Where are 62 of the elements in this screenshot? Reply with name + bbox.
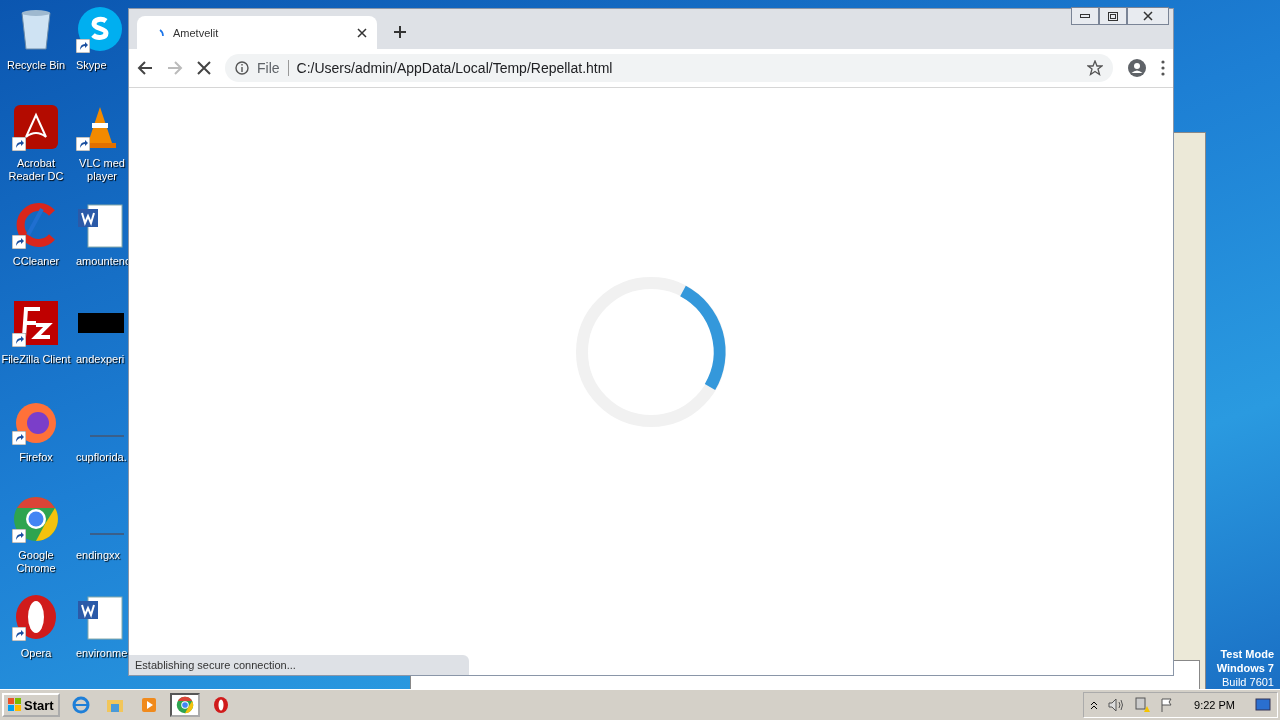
shortcut-arrow-icon — [76, 137, 90, 151]
desktop-icon-label[interactable]: FileZilla Client — [1, 353, 71, 366]
windows-logo-icon — [8, 698, 22, 712]
desktop-icon-label[interactable]: amountenc — [76, 255, 131, 268]
tab-title: Ametvelit — [173, 26, 220, 39]
desktop-icon-label[interactable]: cupflorida. — [76, 451, 127, 464]
desktop-icon-label[interactable]: CCleaner — [12, 255, 60, 268]
test-mode-text: Build 7601 — [1222, 675, 1274, 689]
menu-icon[interactable] — [1161, 60, 1165, 76]
browser-tab[interactable]: Ametvelit — [137, 16, 377, 49]
opera-icon — [211, 696, 230, 714]
minimize-button[interactable] — [1071, 7, 1099, 25]
minimize-icon — [1080, 14, 1090, 18]
new-tab-icon[interactable] — [393, 25, 407, 39]
shortcut-arrow-icon — [12, 431, 26, 445]
desktop-icon-label[interactable]: Acrobat Reader DC — [1, 157, 71, 183]
document-icon — [76, 593, 124, 641]
scheme-label: File — [257, 60, 289, 76]
desktop-icon-label[interactable]: environme — [76, 647, 128, 660]
account-icon[interactable] — [1127, 58, 1147, 78]
close-icon[interactable] — [357, 27, 367, 38]
filezilla-icon — [12, 299, 60, 347]
status-bubble: Establishing secure connection... — [129, 655, 469, 675]
chrome-icon — [175, 696, 194, 714]
chrome-icon — [12, 495, 60, 543]
close-button[interactable] — [1127, 7, 1169, 25]
desktop-icon-label[interactable]: Google Chrome — [1, 549, 71, 575]
speaker-icon[interactable] — [1108, 698, 1125, 712]
desktop-icon-label[interactable]: VLC med player — [76, 157, 128, 183]
desktop-icon-label[interactable]: Recycle Bin — [6, 59, 66, 72]
shortcut-arrow-icon — [12, 137, 26, 151]
media-player-icon — [139, 696, 158, 714]
start-button[interactable]: Start — [2, 693, 60, 717]
shortcut-arrow-icon — [76, 39, 90, 53]
shortcut-arrow-icon — [12, 333, 26, 347]
address-bar[interactable]: File C:/Users/admin/AppData/Local/Temp/Repellat.html — [225, 54, 1113, 82]
desktop-icon-label[interactable]: andexperi — [76, 353, 125, 366]
shortcut-arrow-icon — [12, 235, 26, 249]
skype-icon — [76, 5, 124, 53]
restore-icon — [1108, 11, 1118, 21]
info-icon[interactable] — [235, 61, 249, 75]
maximize-button[interactable] — [1099, 7, 1127, 25]
stop-icon[interactable] — [197, 61, 211, 75]
acrobat-icon — [12, 103, 60, 151]
clock[interactable]: 9:22 PM — [1194, 699, 1235, 711]
test-mode-text: Test Mode — [1220, 647, 1274, 661]
star-icon[interactable] — [1087, 60, 1103, 76]
desktop-icon-label[interactable]: Skype — [76, 59, 107, 72]
shortcut-arrow-icon — [12, 627, 26, 641]
test-mode-text: Windows 7 — [1216, 661, 1274, 675]
taskbar-app-button[interactable] — [169, 693, 200, 717]
desktop-icon-label[interactable]: endingxx — [76, 549, 121, 562]
flag-icon[interactable] — [1160, 698, 1175, 712]
document-icon — [76, 201, 124, 249]
chevron-up-icon[interactable] — [1090, 700, 1099, 710]
desktop-icon-label[interactable]: Opera — [20, 647, 52, 660]
shortcut-arrow-icon — [12, 529, 26, 543]
back-icon[interactable] — [137, 60, 153, 76]
close-icon — [1143, 11, 1153, 21]
url-text: C:/Users/admin/AppData/Local/Temp/Repellat.html — [296, 60, 614, 76]
desktop-icon-label[interactable]: Firefox — [19, 451, 53, 464]
show-desktop-icon[interactable] — [1255, 698, 1271, 712]
